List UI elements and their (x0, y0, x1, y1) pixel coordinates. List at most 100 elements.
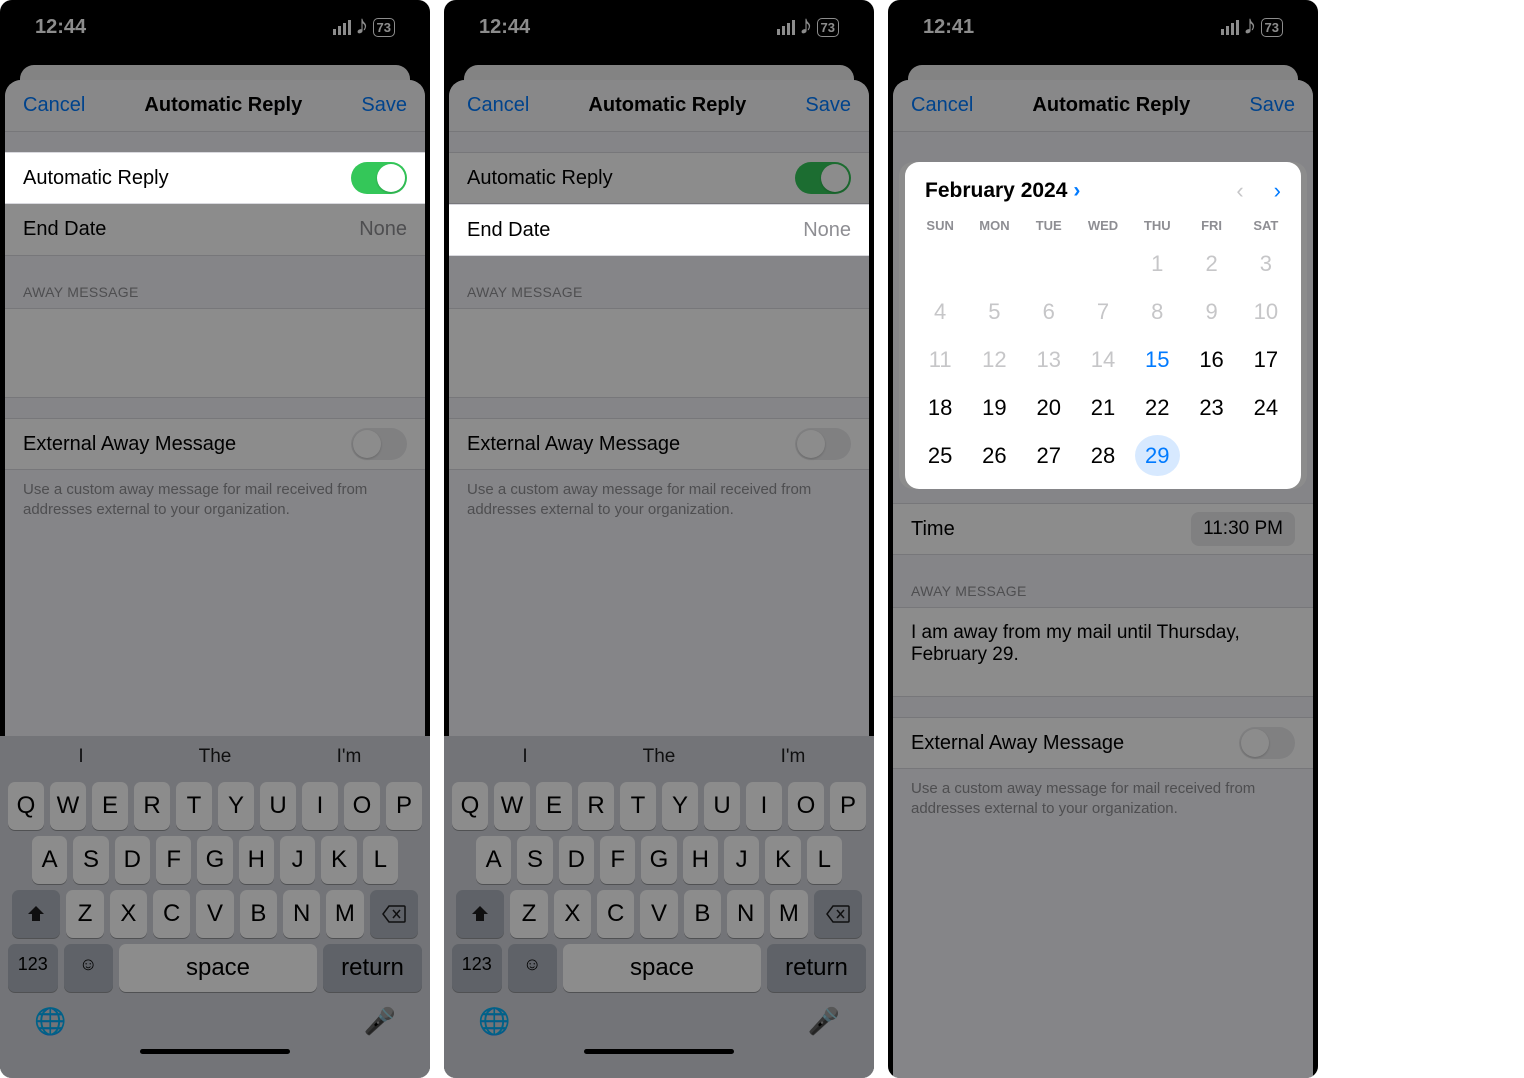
key-k[interactable]: K (321, 836, 356, 884)
key-x[interactable]: X (554, 890, 591, 938)
predict-2[interactable]: The (592, 746, 726, 768)
key-b[interactable]: B (240, 890, 277, 938)
day-19[interactable]: 19 (967, 395, 1021, 421)
next-month-button[interactable]: › (1274, 178, 1281, 204)
key-f[interactable]: F (156, 836, 191, 884)
external-away-toggle[interactable] (1239, 727, 1295, 759)
save-button[interactable]: Save (805, 94, 851, 117)
key-q[interactable]: Q (452, 782, 488, 830)
predictive-bar[interactable]: I The I'm (4, 744, 426, 776)
key-i[interactable]: I (746, 782, 782, 830)
delete-key[interactable] (814, 890, 862, 938)
key-f[interactable]: F (600, 836, 635, 884)
predict-3[interactable]: I'm (282, 746, 416, 768)
day-27[interactable]: 27 (1022, 443, 1076, 469)
day-29[interactable]: 29 (1130, 443, 1184, 469)
date-picker-highlighted[interactable]: February 2024 › ‹ › SUNMONTUEWEDTHUFRISA… (905, 162, 1301, 489)
key-y[interactable]: Y (662, 782, 698, 830)
key-y[interactable]: Y (218, 782, 254, 830)
cancel-button[interactable]: Cancel (911, 94, 973, 117)
day-17[interactable]: 17 (1239, 347, 1293, 373)
day-26[interactable]: 26 (967, 443, 1021, 469)
return-key[interactable]: return (767, 944, 866, 992)
automatic-reply-row-highlighted[interactable]: Automatic Reply (5, 152, 425, 204)
day-18[interactable]: 18 (913, 395, 967, 421)
key-d[interactable]: D (559, 836, 594, 884)
key-r[interactable]: R (134, 782, 170, 830)
day-23[interactable]: 23 (1184, 395, 1238, 421)
globe-icon[interactable]: 🌐 (478, 1006, 510, 1037)
key-w[interactable]: W (50, 782, 86, 830)
key-e[interactable]: E (92, 782, 128, 830)
keyboard[interactable]: I The I'm QWERTYUIOP ASDFGHJKL ZXCVBNM 1… (444, 736, 874, 1078)
away-message-field[interactable]: I am away from my mail until Thursday, F… (893, 607, 1313, 697)
key-b[interactable]: B (684, 890, 721, 938)
automatic-reply-toggle[interactable] (351, 162, 407, 194)
away-message-field[interactable] (5, 308, 425, 398)
calendar-grid[interactable]: 1234567891011121314151617181920212223242… (913, 241, 1293, 479)
day-28[interactable]: 28 (1076, 443, 1130, 469)
key-p[interactable]: P (386, 782, 422, 830)
day-25[interactable]: 25 (913, 443, 967, 469)
predict-1[interactable]: I (14, 746, 148, 768)
day-16[interactable]: 16 (1184, 347, 1238, 373)
home-indicator[interactable] (584, 1049, 734, 1054)
key-n[interactable]: N (727, 890, 764, 938)
home-indicator[interactable] (140, 1049, 290, 1054)
shift-key[interactable] (12, 890, 60, 938)
predict-2[interactable]: The (148, 746, 282, 768)
key-z[interactable]: Z (66, 890, 103, 938)
shift-key[interactable] (456, 890, 504, 938)
day-20[interactable]: 20 (1022, 395, 1076, 421)
key-w[interactable]: W (494, 782, 530, 830)
key-s[interactable]: S (517, 836, 552, 884)
day-24[interactable]: 24 (1239, 395, 1293, 421)
keyboard[interactable]: I The I'm QWERTYUIOP ASDFGHJKL ZXCVBNM 1… (0, 736, 430, 1078)
key-j[interactable]: J (280, 836, 315, 884)
external-away-row[interactable]: External Away Message (893, 717, 1313, 769)
day-15[interactable]: 15 (1130, 347, 1184, 373)
key-p[interactable]: P (830, 782, 866, 830)
key-c[interactable]: C (597, 890, 634, 938)
automatic-reply-toggle[interactable] (795, 162, 851, 194)
cancel-button[interactable]: Cancel (467, 94, 529, 117)
time-value[interactable]: 11:30 PM (1191, 512, 1295, 546)
key-e[interactable]: E (536, 782, 572, 830)
numbers-key[interactable]: 123 (8, 944, 58, 992)
globe-icon[interactable]: 🌐 (34, 1006, 66, 1037)
delete-key[interactable] (370, 890, 418, 938)
key-t[interactable]: T (176, 782, 212, 830)
day-22[interactable]: 22 (1130, 395, 1184, 421)
key-x[interactable]: X (110, 890, 147, 938)
external-away-row[interactable]: External Away Message (5, 418, 425, 470)
prev-month-button[interactable]: ‹ (1236, 178, 1243, 204)
end-date-row[interactable]: End Date None (5, 204, 425, 256)
key-m[interactable]: M (770, 890, 807, 938)
key-g[interactable]: G (641, 836, 676, 884)
save-button[interactable]: Save (1249, 94, 1295, 117)
key-k[interactable]: K (765, 836, 800, 884)
key-z[interactable]: Z (510, 890, 547, 938)
key-i[interactable]: I (302, 782, 338, 830)
key-q[interactable]: Q (8, 782, 44, 830)
key-h[interactable]: H (683, 836, 718, 884)
day-21[interactable]: 21 (1076, 395, 1130, 421)
away-message-field[interactable] (449, 308, 869, 398)
time-row[interactable]: Time 11:30 PM (893, 503, 1313, 555)
key-t[interactable]: T (620, 782, 656, 830)
key-u[interactable]: U (260, 782, 296, 830)
external-away-toggle[interactable] (795, 428, 851, 460)
key-l[interactable]: L (363, 836, 398, 884)
key-g[interactable]: G (197, 836, 232, 884)
external-away-toggle[interactable] (351, 428, 407, 460)
key-n[interactable]: N (283, 890, 320, 938)
key-a[interactable]: A (476, 836, 511, 884)
emoji-key[interactable]: ☺ (508, 944, 558, 992)
month-selector[interactable]: February 2024 › (925, 179, 1080, 203)
mic-icon[interactable]: 🎤 (364, 1006, 396, 1037)
key-s[interactable]: S (73, 836, 108, 884)
key-c[interactable]: C (153, 890, 190, 938)
key-v[interactable]: V (196, 890, 233, 938)
key-m[interactable]: M (326, 890, 363, 938)
numbers-key[interactable]: 123 (452, 944, 502, 992)
